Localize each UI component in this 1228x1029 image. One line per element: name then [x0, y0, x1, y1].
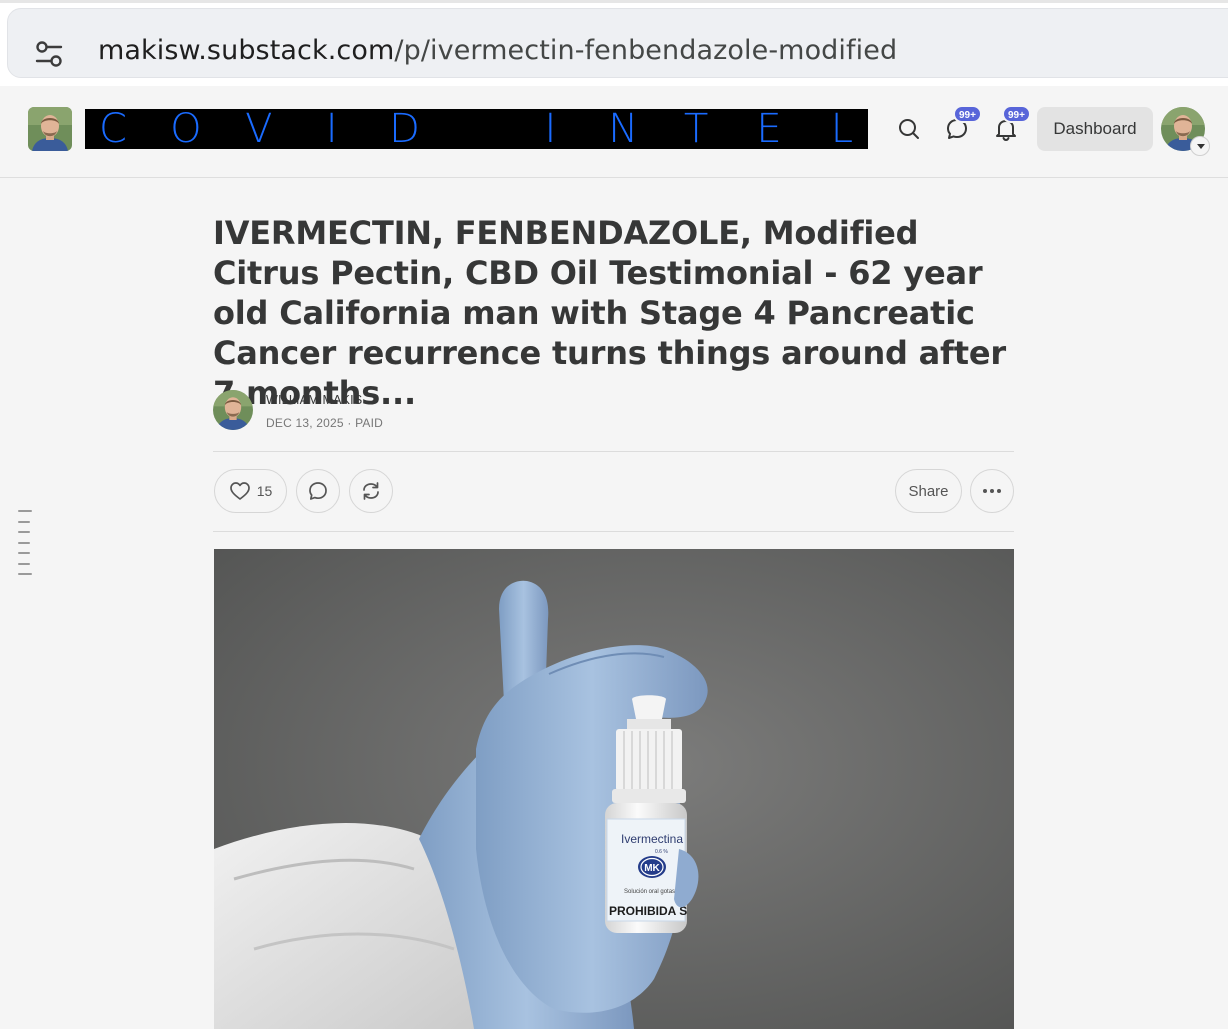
publication-wordmark[interactable]: C O V I D I N T E L [85, 109, 868, 149]
share-button[interactable]: Share [895, 469, 962, 513]
toc-line[interactable] [18, 562, 30, 565]
author-avatar-image [213, 390, 253, 430]
wordmark-letter: V [245, 109, 273, 149]
toc-line[interactable] [18, 531, 30, 533]
table-of-contents-rail[interactable] [18, 510, 32, 584]
tab-strip-edge [0, 0, 1228, 3]
meta-separator: · [347, 416, 352, 430]
publication-avatar-image [28, 107, 72, 151]
author-name[interactable]: WILLIAM MAKIS [266, 393, 362, 407]
wordmark-letter: I [325, 109, 338, 149]
more-button[interactable] [970, 469, 1014, 513]
comment-icon [309, 482, 327, 500]
toc-line[interactable] [18, 510, 32, 512]
post-hero-image[interactable]: Ivermectina 0.6 % MK Solución oral gotas… [214, 549, 1014, 1029]
site-header: C O V I D I N T E L 99+ 99+ Dashboard [0, 86, 1228, 178]
hero-photo: Ivermectina 0.6 % MK Solución oral gotas… [214, 549, 1014, 1029]
chat-badge: 99+ [953, 105, 982, 123]
access-label: PAID [355, 416, 383, 430]
restack-button[interactable] [349, 469, 393, 513]
share-label: Share [908, 482, 949, 500]
wordmark-letter: O [170, 109, 202, 149]
divider [213, 531, 1014, 532]
toc-line[interactable] [18, 552, 30, 554]
bottle-label-form: Solución oral gotas [624, 889, 675, 895]
notifications-badge: 99+ [1002, 105, 1031, 123]
post-title: IVERMECTIN, FENBENDAZOLE, Modified Citru… [213, 214, 1006, 412]
browser-toolbar: makisw.substack.com/p/ivermectin-fenbend… [0, 0, 1228, 86]
bottle-label-strength: 0.6 % [655, 849, 668, 855]
wordmark-letter: N [608, 109, 639, 149]
heart-icon [229, 482, 250, 500]
like-count: 15 [256, 483, 273, 499]
dashboard-button[interactable]: Dashboard [1037, 107, 1153, 151]
bottle-label-name: Ivermectina [621, 832, 683, 846]
more-icon [983, 489, 1001, 493]
comment-button[interactable] [296, 469, 340, 513]
wordmark-letter: T [683, 109, 709, 149]
bottle-label-brand: MK [644, 863, 660, 874]
post-date: DEC 13, 2025 [266, 416, 344, 430]
chevron-down-icon[interactable] [1190, 136, 1210, 156]
publication-avatar[interactable] [28, 107, 72, 151]
wordmark-letter: I [544, 109, 557, 149]
wordmark-letter: C [99, 109, 127, 149]
author-avatar[interactable] [213, 390, 253, 430]
search-icon[interactable] [896, 116, 922, 142]
wordmark-letter: E [756, 109, 782, 149]
restack-icon [363, 482, 379, 500]
toc-line[interactable] [18, 520, 30, 523]
toc-line[interactable] [18, 573, 32, 575]
toc-line[interactable] [18, 541, 30, 544]
url-path: /p/ivermectin-fenbendazole-modified [394, 35, 898, 66]
address-bar[interactable]: makisw.substack.com/p/ivermectin-fenbend… [7, 8, 1228, 78]
like-button[interactable]: 15 [214, 469, 287, 513]
url-host: makisw.substack.com [98, 35, 395, 66]
post-meta: DEC 13, 2025 · PAID [266, 416, 383, 430]
wordmark-letter: D [389, 109, 420, 149]
divider [213, 451, 1014, 452]
wordmark-letter: L [830, 109, 854, 149]
url-text[interactable]: makisw.substack.com/p/ivermectin-fenbend… [98, 35, 897, 66]
bottle-label-warning: PROHIBIDA S [609, 904, 687, 918]
site-settings-icon[interactable] [34, 40, 64, 68]
